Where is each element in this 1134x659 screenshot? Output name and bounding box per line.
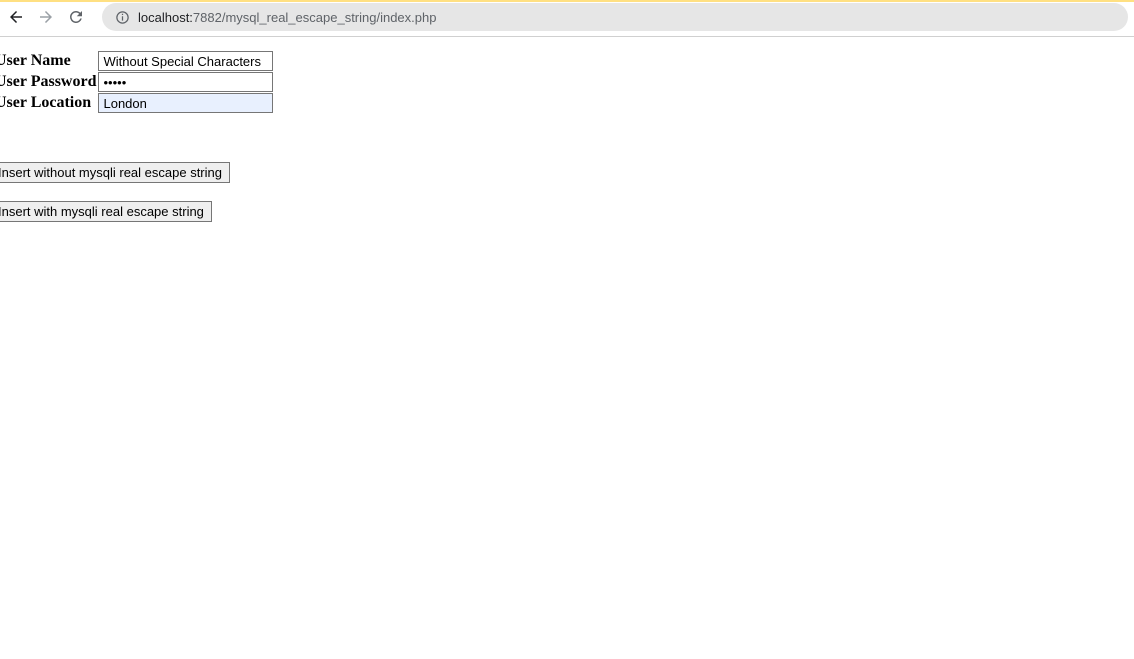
input-password[interactable] [98,72,273,92]
spacer [0,114,1134,162]
row-password: User Password [0,72,275,93]
url-text: localhost:7882/mysql_real_escape_string/… [138,10,436,25]
forward-button[interactable] [36,7,56,27]
input-username[interactable] [98,51,273,71]
address-bar[interactable]: localhost:7882/mysql_real_escape_string/… [102,3,1128,31]
button-row-2: Insert with mysqli real escape string [0,201,1134,222]
insert-with-button[interactable]: Insert with mysqli real escape string [0,201,212,222]
label-password: User Password [0,72,98,93]
page-content: User Name User Password User Location In… [0,37,1134,222]
label-username: User Name [0,51,98,72]
spacer [0,183,1134,201]
browser-toolbar: localhost:7882/mysql_real_escape_string/… [0,2,1134,32]
input-location[interactable] [98,93,273,113]
button-row-1: Insert without mysqli real escape string [0,162,1134,183]
url-path: 7882/mysql_real_escape_string/index.php [193,10,437,25]
form-table: User Name User Password User Location [0,51,275,114]
site-info-icon[interactable] [114,9,130,25]
back-button[interactable] [6,7,26,27]
reload-button[interactable] [66,7,86,27]
insert-without-button[interactable]: Insert without mysqli real escape string [0,162,230,183]
url-host: localhost: [138,10,193,25]
row-location: User Location [0,93,275,114]
row-username: User Name [0,51,275,72]
label-location: User Location [0,93,98,114]
